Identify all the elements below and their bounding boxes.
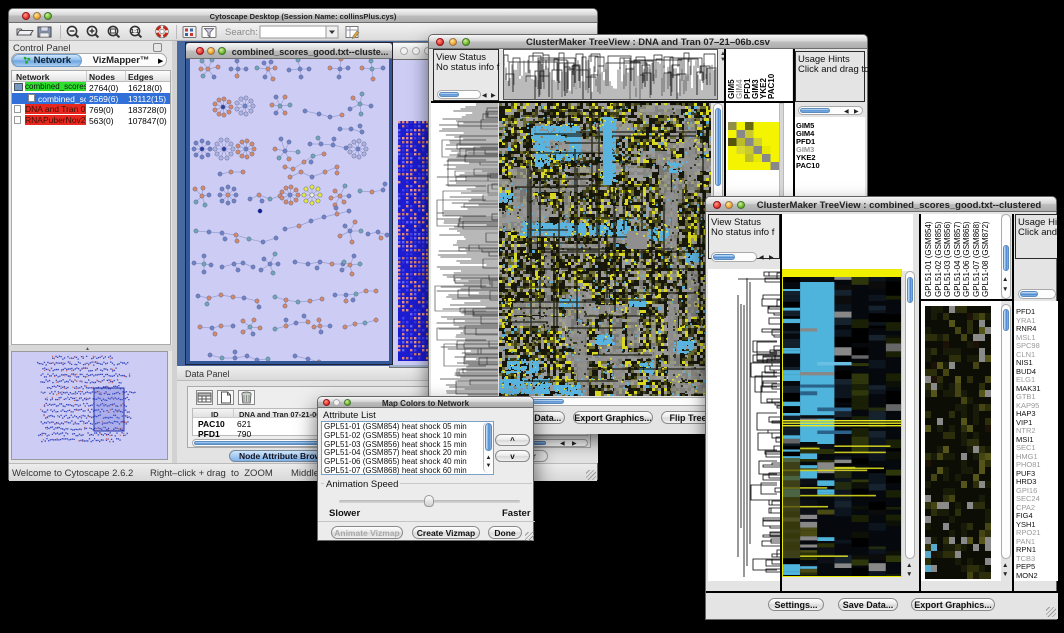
- svg-text:Search:: Search:: [225, 27, 258, 38]
- svg-text:1:1: 1:1: [131, 29, 139, 35]
